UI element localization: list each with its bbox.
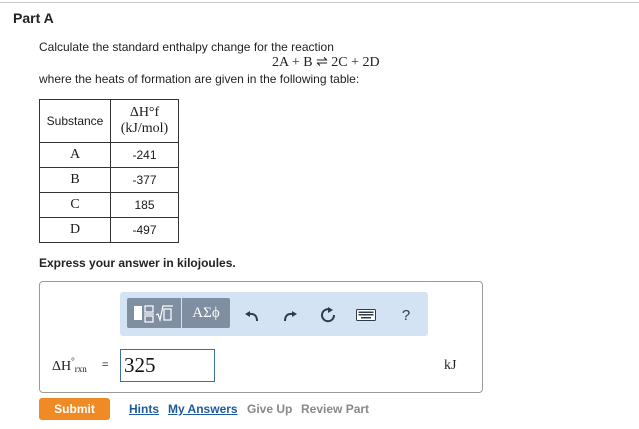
question-prompt: Calculate the standard enthalpy change f… — [39, 40, 334, 54]
substance-cell: A — [39, 142, 111, 168]
equals-sign: = — [102, 359, 109, 371]
reaction-equation: 2A + B ⇌ 2C + 2D — [272, 55, 380, 70]
enthalpy-cell: -377 — [110, 167, 179, 193]
keyboard-icon — [356, 309, 376, 321]
answer-unit: kJ — [444, 358, 457, 373]
enthalpy-cell: -497 — [110, 217, 179, 243]
enthalpy-header: ΔH°f (kJ/mol) — [110, 99, 179, 143]
reset-button[interactable] — [318, 305, 338, 325]
table-header-row: Substance ΔH°f (kJ/mol) — [39, 99, 179, 143]
toolbar-button-group: ΑΣϕ — [127, 298, 230, 328]
answer-instruction: Express your answer in kilojoules. — [39, 256, 236, 270]
undo-button[interactable] — [242, 305, 262, 325]
help-icon: ? — [401, 306, 411, 324]
review-part-link[interactable]: Review Part — [301, 402, 369, 416]
math-toolbar: ΑΣϕ ? — [120, 292, 428, 336]
enthalpy-cell: 185 — [110, 192, 179, 218]
table-row: C 185 — [39, 192, 179, 218]
greek-symbols-button[interactable]: ΑΣϕ — [182, 298, 230, 328]
redo-icon — [284, 311, 297, 322]
undo-icon — [245, 311, 258, 322]
heats-of-formation-table: Substance ΔH°f (kJ/mol) A -241 B -377 C … — [39, 99, 179, 243]
help-button[interactable]: ? — [396, 305, 416, 325]
greek-symbols-icon: ΑΣϕ — [192, 304, 220, 321]
answer-input[interactable]: 325 — [120, 349, 215, 382]
hints-link[interactable]: Hints — [129, 402, 159, 416]
substance-header: Substance — [39, 99, 111, 143]
templates-button[interactable] — [127, 298, 181, 328]
delta-h-rxn-label: ΔH°rxn — [52, 356, 87, 374]
enthalpy-unit: (kJ/mol) — [120, 121, 169, 136]
substance-cell: C — [39, 192, 111, 218]
my-answers-link[interactable]: My Answers — [168, 402, 238, 416]
substance-cell: D — [39, 217, 111, 243]
table-row: B -377 — [39, 167, 179, 193]
templates-icon — [134, 305, 173, 323]
top-divider — [0, 2, 639, 3]
table-row: A -241 — [39, 142, 179, 168]
substance-cell: B — [39, 167, 111, 193]
table-row: D -497 — [39, 217, 179, 243]
enthalpy-symbol: ΔH°f — [129, 105, 160, 120]
enthalpy-cell: -241 — [110, 142, 179, 168]
answer-panel: ΑΣϕ ? ΔH°rxn = 325 kJ — [39, 281, 483, 393]
keyboard-button[interactable] — [356, 305, 376, 325]
question-followup: where the heats of formation are given i… — [39, 72, 360, 86]
reset-icon — [321, 307, 336, 323]
part-title: Part A — [13, 10, 54, 26]
give-up-link[interactable]: Give Up — [247, 402, 292, 416]
redo-button[interactable] — [280, 305, 300, 325]
submit-button[interactable]: Submit — [39, 398, 110, 420]
